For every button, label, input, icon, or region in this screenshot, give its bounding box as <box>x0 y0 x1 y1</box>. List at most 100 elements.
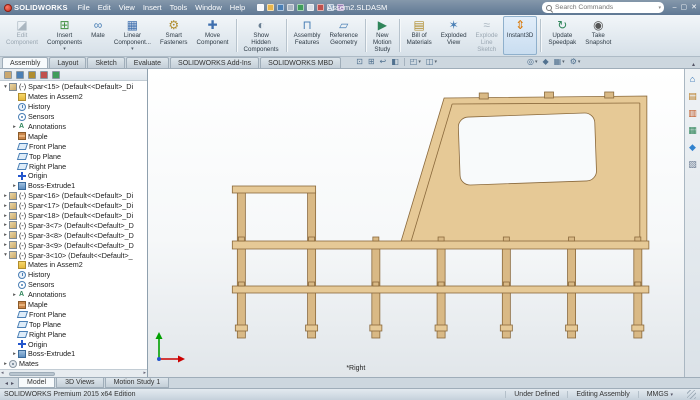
doc-tab-model[interactable]: Model <box>18 378 56 388</box>
tab-scroll-left-icon[interactable]: ◂ <box>5 380 8 387</box>
tree-item[interactable]: Front Plane <box>0 309 147 319</box>
collapse-arrow-icon[interactable]: ▸ <box>2 193 9 199</box>
print-icon[interactable] <box>287 4 295 11</box>
scrollbar-thumb[interactable] <box>9 371 55 376</box>
edit-appearance-icon[interactable]: ◆ <box>542 58 548 66</box>
menu-view[interactable]: View <box>115 3 139 12</box>
tree-item[interactable]: Sensors <box>0 112 147 122</box>
tree-item[interactable]: ▸ (-) Spar<17> (Default<<Default>_Di <box>0 201 147 211</box>
update-speedpak-button[interactable]: ↻ Update Speedpak <box>544 16 580 55</box>
tree-item[interactable]: Front Plane <box>0 141 147 151</box>
tree-item[interactable]: Sensors <box>0 280 147 290</box>
tree-item[interactable]: History <box>0 102 147 112</box>
tab-evaluate[interactable]: Evaluate <box>125 57 170 68</box>
configurationmanager-icon[interactable] <box>28 70 36 79</box>
exploded-view-button[interactable]: ✶ Exploded View <box>437 16 471 55</box>
tab-layout[interactable]: Layout <box>49 57 87 68</box>
file-explorer-icon[interactable]: ▥ <box>688 108 697 118</box>
propertymanager-icon[interactable] <box>16 70 24 79</box>
menu-insert[interactable]: Insert <box>139 3 166 12</box>
appearances-scenes-icon[interactable]: ◆ <box>689 142 696 152</box>
tree-item[interactable]: ▸ (-) Spar<18> (Default<<Default>_Di <box>0 211 147 221</box>
minimize-icon[interactable]: – <box>673 4 677 11</box>
bill-of-materials-button[interactable]: ▤ Bill of Materials <box>403 16 436 55</box>
resize-grip[interactable] <box>687 390 696 399</box>
tree-item[interactable]: Mates in Assem2 <box>0 260 147 270</box>
solidworks-resources-icon[interactable]: ⌂ <box>690 74 695 84</box>
open-icon[interactable] <box>267 4 275 11</box>
featuremanager-tree-icon[interactable] <box>4 70 12 79</box>
select-icon[interactable] <box>307 4 315 11</box>
new-motion-study-button[interactable]: ▶ New Motion Study <box>369 16 396 55</box>
scroll-left-icon[interactable]: ◂ <box>1 371 4 376</box>
collapse-arrow-icon[interactable]: ▸ <box>2 232 9 238</box>
close-icon[interactable]: ✕ <box>691 4 697 11</box>
design-library-icon[interactable]: ▤ <box>688 91 697 101</box>
hide-show-items-icon[interactable]: ◎ ▾ <box>527 58 538 66</box>
search-input[interactable] <box>555 3 657 12</box>
tree-item[interactable]: ▸ (-) Spar-3<7> (Default<<Default>_D <box>0 220 147 230</box>
expand-arrow-icon[interactable]: ▾ <box>2 84 9 90</box>
doc-tab-motion-study-1[interactable]: Motion Study 1 <box>104 378 170 388</box>
menu-edit[interactable]: Edit <box>94 3 115 12</box>
status-mmgs[interactable]: MMGS ▾ <box>637 391 681 398</box>
view-orientation-icon[interactable]: ◰ ▾ <box>410 58 421 66</box>
collapse-arrow-icon[interactable]: ▸ <box>2 242 9 248</box>
tree-item[interactable]: ▸ Boss-Extrude1 <box>0 181 147 191</box>
tree-item[interactable]: Maple <box>0 300 147 310</box>
zoom-fit-icon[interactable]: ⊡ <box>356 58 363 66</box>
collapse-arrow-icon[interactable]: ▸ <box>11 351 18 357</box>
tree-item[interactable]: ▸ (-) Spar-3<8> (Default<<Default>_D <box>0 230 147 240</box>
zoom-area-icon[interactable]: ⊞ <box>368 58 375 66</box>
mate-button[interactable]: ∞ Mate <box>87 16 109 55</box>
collapse-arrow-icon[interactable]: ▸ <box>2 222 9 228</box>
tab-scroll-right-icon[interactable]: ▸ <box>11 380 14 387</box>
collapse-ribbon-icon[interactable]: ▴ <box>689 61 698 68</box>
maximize-icon[interactable]: ▢ <box>681 4 688 11</box>
tree-item[interactable]: ▸ Annotations <box>0 290 147 300</box>
view-settings-icon[interactable]: ⚙ ▾ <box>570 58 581 66</box>
show-hidden-components-button[interactable]: ◐ Show Hidden Components <box>240 16 283 55</box>
collapse-arrow-icon[interactable]: ▸ <box>11 183 18 189</box>
scroll-right-icon[interactable]: ▸ <box>143 371 146 376</box>
tree-item[interactable]: ▾ (-) Spar<15> (Default<<Default>_Di <box>0 82 147 92</box>
insert-components-button[interactable]: ⊞ Insert Components ▾ <box>43 16 86 55</box>
tree-horizontal-scrollbar[interactable]: ◂ ▸ <box>0 369 147 377</box>
tree-item[interactable]: History <box>0 270 147 280</box>
display-style-icon[interactable]: ◫ ▾ <box>426 58 437 66</box>
tree-item[interactable]: Right Plane <box>0 161 147 171</box>
edit-component-button[interactable]: ◪ Edit Component <box>2 16 42 55</box>
collapse-arrow-icon[interactable]: ▸ <box>2 213 9 219</box>
reference-geometry-button[interactable]: ▱ Reference Geometry <box>325 16 362 55</box>
tree-item[interactable]: ▸ Boss-Extrude1 <box>0 349 147 359</box>
custom-properties-icon[interactable]: ▧ <box>688 159 697 169</box>
collapse-arrow-icon[interactable]: ▸ <box>2 361 9 367</box>
assembly-model[interactable] <box>148 69 684 377</box>
explode-line-sketch-button[interactable]: ≈ Explode Line Sketch <box>472 16 502 55</box>
take-snapshot-button[interactable]: ◉ Take Snapshot <box>581 16 615 55</box>
tree-item[interactable]: Top Plane <box>0 151 147 161</box>
collapse-arrow-icon[interactable]: ▸ <box>2 203 9 209</box>
chevron-down-icon[interactable]: ▾ <box>658 5 661 11</box>
apply-scene-icon[interactable]: ▦ ▾ <box>554 58 565 66</box>
tree-item[interactable]: Origin <box>0 339 147 349</box>
tree-item[interactable]: ▸ (-) Spar<16> (Default<<Default>_Di <box>0 191 147 201</box>
previous-view-icon[interactable]: ↩ <box>380 58 387 66</box>
graphics-area[interactable]: *Right <box>148 69 684 377</box>
collapse-arrow-icon[interactable]: ▸ <box>11 292 18 298</box>
tree-item[interactable]: Maple <box>0 131 147 141</box>
menu-window[interactable]: Window <box>191 3 226 12</box>
instant3d-button[interactable]: ⇕ Instant3D <box>502 16 538 55</box>
view-palette-icon[interactable]: ▦ <box>688 125 697 135</box>
collapse-arrow-icon[interactable]: ▸ <box>11 124 18 130</box>
move-component-button[interactable]: ✚ Move Component <box>193 16 233 55</box>
undo-icon[interactable] <box>297 4 305 11</box>
dimxpertmanager-icon[interactable] <box>40 70 48 79</box>
displaymanager-icon[interactable] <box>52 70 60 79</box>
expand-arrow-icon[interactable]: ▾ <box>2 252 9 258</box>
smart-fasteners-button[interactable]: ⚙ Smart Fasteners <box>156 16 192 55</box>
tab-assembly[interactable]: Assembly <box>2 57 49 68</box>
menu-help[interactable]: Help <box>226 3 249 12</box>
menu-file[interactable]: File <box>74 3 94 12</box>
assembly-features-button[interactable]: ⊓ Assembly Features <box>290 16 325 55</box>
